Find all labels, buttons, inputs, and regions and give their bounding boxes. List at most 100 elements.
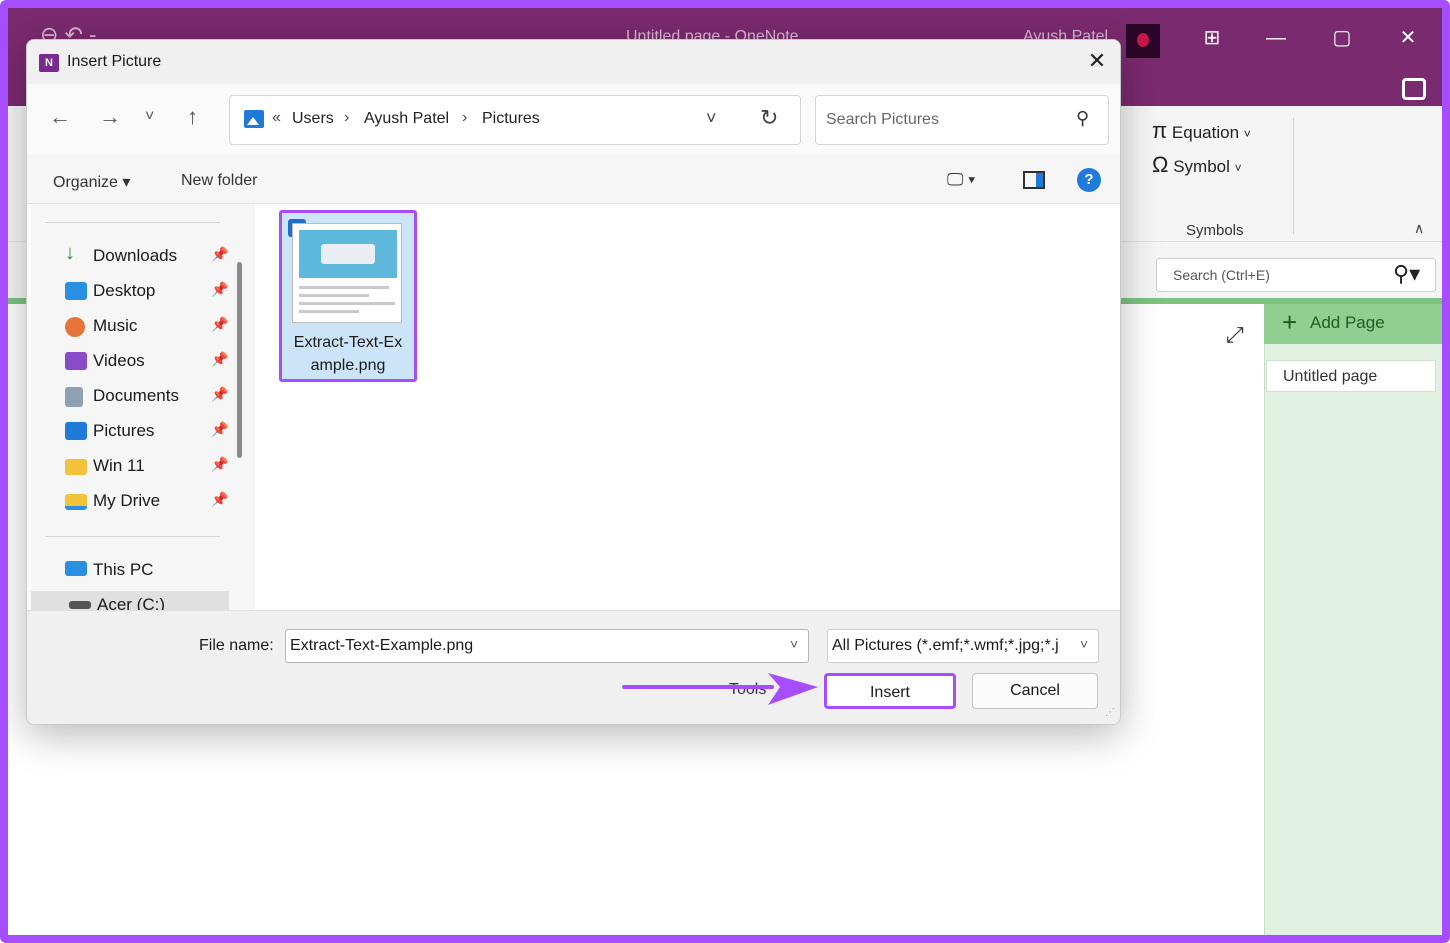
nav-item-label: Desktop	[93, 281, 156, 300]
close-dialog-button[interactable]: ✕	[1077, 44, 1117, 78]
symbol-button[interactable]: Ω Symbol ˅	[1152, 152, 1242, 178]
pin-icon: 📌	[211, 316, 229, 332]
pin-icon: 📌	[211, 421, 229, 437]
file-name-label: File name:	[199, 637, 274, 654]
thumbnail-text-line	[299, 310, 359, 313]
nav-item-desktop[interactable]: Desktop 📌	[65, 279, 230, 309]
nav-item-label: Downloads	[93, 246, 178, 265]
navigation-pane: ↓ Downloads 📌 Desktop 📌 Music 📌 Videos 📌…	[31, 204, 231, 613]
search-pictures-placeholder: Search Pictures	[826, 111, 939, 128]
up-arrow-icon[interactable]: ↑	[187, 104, 198, 130]
onenote-logo-icon: N	[39, 54, 59, 72]
overflow-chevron-icon[interactable]: «	[272, 109, 281, 127]
file-name-label: Extract-Text-Ex ample.png	[293, 334, 403, 374]
change-view-icon[interactable]: 🖵 ▾	[947, 170, 975, 190]
pin-icon: 📌	[211, 281, 229, 297]
full-screen-icon[interactable]: ⊞	[1192, 22, 1232, 54]
dialog-titlebar: N Insert Picture ✕	[27, 40, 1120, 84]
thumbnail-text-line	[299, 286, 389, 289]
nav-scrollbar[interactable]	[237, 262, 242, 458]
address-dropdown-icon[interactable]: ˅	[706, 108, 717, 129]
search-icon[interactable]: ⚲▾	[1393, 261, 1420, 287]
annotation-arrow-icon	[622, 673, 818, 705]
avatar[interactable]	[1126, 24, 1160, 58]
page-list-pane	[1264, 304, 1442, 935]
onenote-search-input[interactable]: Search (Ctrl+E) ⚲▾	[1156, 258, 1436, 292]
folder-icon	[65, 459, 87, 475]
insert-picture-dialog: N Insert Picture ✕ ← → ˅ ↑ « Users › Ayu…	[26, 39, 1121, 725]
desktop-folder-icon	[65, 282, 87, 300]
address-bar[interactable]: « Users › Ayush Patel › Pictures ˅ ↻	[229, 95, 801, 145]
nav-item-label: My Drive	[93, 491, 161, 510]
nav-item-pictures[interactable]: Pictures 📌	[65, 419, 230, 449]
chevron-down-icon[interactable]: ˅	[790, 636, 798, 652]
breadcrumb-pictures[interactable]: Pictures	[482, 110, 540, 128]
collapse-ribbon-icon[interactable]: ∧	[1414, 220, 1424, 237]
nav-item-win11[interactable]: Win 11 📌	[65, 454, 230, 484]
breadcrumb-separator-icon[interactable]: ›	[462, 109, 467, 127]
chevron-down-icon[interactable]: ˅	[1080, 636, 1088, 652]
forward-arrow-icon[interactable]: →	[99, 104, 121, 130]
nav-item-my-drive[interactable]: My Drive 📌	[65, 489, 230, 519]
search-icon[interactable]: ⚲	[1076, 108, 1089, 129]
nav-item-label: Win 11	[93, 456, 145, 475]
equation-button[interactable]: π Equation ˅	[1152, 118, 1251, 144]
refresh-icon[interactable]: ↻	[760, 105, 778, 131]
navigation-bar: ← → ˅ ↑ « Users › Ayush Patel › Pictures…	[27, 84, 1120, 154]
plus-icon: +	[1282, 307, 1298, 337]
nav-item-music[interactable]: Music 📌	[65, 314, 230, 344]
help-icon[interactable]: ?	[1077, 168, 1101, 192]
nav-item-documents[interactable]: Documents 📌	[65, 384, 230, 414]
pin-icon: 📌	[211, 491, 229, 507]
resize-grip-icon[interactable]: ⋰	[1105, 707, 1115, 718]
equation-label: Equation	[1171, 123, 1240, 142]
add-page-button[interactable]: + Add Page	[1264, 304, 1442, 344]
file-type-value: All Pictures (*.emf;*.wmf;*.jpg;*.j	[832, 637, 1059, 654]
command-bar: Organize ▾ New folder 🖵 ▾ ?	[27, 154, 1120, 204]
pi-icon: π	[1152, 118, 1168, 143]
insert-button[interactable]: Insert	[824, 673, 956, 709]
file-type-select[interactable]: All Pictures (*.emf;*.wmf;*.jpg;*.j ˅	[827, 629, 1099, 663]
nav-scrollbar-track	[231, 204, 255, 610]
nav-item-downloads[interactable]: ↓ Downloads 📌	[65, 242, 230, 274]
breadcrumb-user[interactable]: Ayush Patel	[364, 110, 449, 128]
nav-item-label: Pictures	[93, 421, 155, 440]
expand-icon[interactable]: ⤢	[1226, 322, 1244, 348]
omega-icon: Ω	[1152, 152, 1169, 177]
breadcrumb-users[interactable]: Users	[292, 110, 334, 128]
breadcrumb-separator-icon[interactable]: ›	[344, 109, 349, 127]
new-folder-button[interactable]: New folder	[181, 172, 257, 190]
sticky-note-icon[interactable]	[1402, 78, 1426, 100]
dialog-footer: File name: Extract-Text-Example.png ˅ Al…	[27, 610, 1120, 724]
drive-icon	[69, 601, 91, 609]
ribbon-divider	[1293, 118, 1294, 234]
chevron-down-icon: ˅	[1234, 161, 1242, 175]
pin-icon: 📌	[211, 386, 229, 402]
dialog-title: Insert Picture	[67, 53, 162, 70]
file-name-field[interactable]: Extract-Text-Example.png ˅	[285, 629, 809, 663]
preview-pane-icon[interactable]	[1023, 171, 1045, 189]
image-thumbnail	[292, 223, 402, 323]
pictures-folder-icon	[244, 110, 264, 128]
maximize-button[interactable]: ▢	[1322, 22, 1362, 54]
drive-folder-icon	[65, 494, 87, 510]
nav-item-label: Videos	[93, 351, 145, 370]
file-list: ✓ Extract-Text-Ex ample.png	[255, 204, 1120, 610]
cancel-button[interactable]: Cancel	[972, 673, 1098, 709]
close-window-button[interactable]: ✕	[1388, 22, 1428, 54]
computer-icon	[65, 561, 87, 576]
back-arrow-icon[interactable]: ←	[49, 104, 71, 130]
add-page-label: Add Page	[1310, 313, 1385, 332]
thumbnail-text-line	[299, 294, 369, 297]
recent-locations-icon[interactable]: ˅	[145, 108, 154, 126]
minimize-button[interactable]: —	[1256, 22, 1296, 54]
nav-item-videos[interactable]: Videos 📌	[65, 349, 230, 379]
nav-item-this-pc[interactable]: This PC	[65, 558, 230, 588]
page-list-item[interactable]: Untitled page	[1266, 360, 1436, 392]
chevron-down-icon: ˅	[1243, 127, 1251, 141]
pin-icon: 📌	[211, 456, 229, 472]
search-pictures-input[interactable]: Search Pictures ⚲	[815, 95, 1109, 145]
file-tile[interactable]: ✓ Extract-Text-Ex ample.png	[279, 210, 417, 382]
organize-button[interactable]: Organize ▾	[53, 172, 130, 192]
videos-icon	[65, 352, 87, 370]
